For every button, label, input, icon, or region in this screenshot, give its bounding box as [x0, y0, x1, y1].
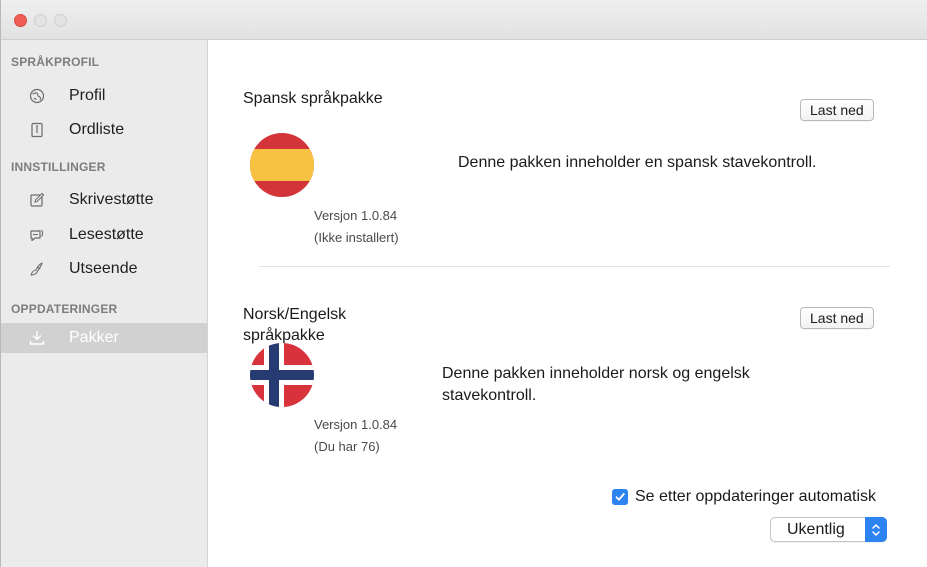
install-status-label: (Du har 76)	[314, 439, 380, 454]
chevron-updown-icon	[865, 517, 887, 542]
download-icon	[28, 329, 46, 347]
title-bar	[0, 0, 927, 40]
sidebar-item-pakker[interactable]: Pakker	[1, 323, 207, 353]
package-description-line1: Denne pakken inneholder norsk og engelsk	[442, 365, 750, 382]
speech-bubble-icon	[28, 226, 46, 244]
sidebar-item-utseende[interactable]: Utseende	[1, 254, 207, 284]
auto-update-label: Se etter oppdateringer automatisk	[635, 488, 877, 505]
sidebar-item-ordliste[interactable]: Ordliste	[1, 115, 207, 145]
sidebar-item-label: Skrivestøtte	[69, 191, 154, 208]
app-window: SPRÅKPROFIL Profil Ordliste INNSTILLINGE…	[0, 0, 927, 567]
update-frequency-value: Ukentlig	[787, 521, 845, 538]
zoom-window-button[interactable]	[54, 14, 67, 27]
sidebar-item-label: Lesestøtte	[69, 226, 144, 243]
download-spanish-button[interactable]: Last ned	[800, 99, 874, 121]
version-label: Versjon 1.0.84	[314, 208, 398, 223]
norway-flag-icon	[250, 343, 314, 407]
minimize-window-button[interactable]	[34, 14, 47, 27]
package-title-norwegian-line1: Norsk/Engelsk	[243, 306, 347, 323]
version-label: Versjon 1.0.84	[314, 417, 398, 432]
package-description: Denne pakken inneholder en spansk stavek…	[458, 154, 817, 171]
sidebar-item-label: Pakker	[69, 329, 119, 346]
sidebar-item-skrivestotte[interactable]: Skrivestøtte	[1, 185, 207, 215]
package-description-line2: stavekontroll.	[442, 387, 537, 404]
brush-icon	[28, 260, 46, 278]
checkmark-icon	[615, 493, 625, 501]
sidebar: SPRÅKPROFIL Profil Ordliste INNSTILLINGE…	[0, 40, 208, 567]
package-title-spanish: Spansk språkpakke	[243, 90, 383, 107]
close-window-button[interactable]	[14, 14, 27, 27]
package-divider	[259, 266, 890, 267]
sidebar-item-label: Ordliste	[69, 121, 125, 138]
pencil-icon	[28, 191, 46, 209]
sidebar-item-label: Profil	[69, 87, 106, 104]
auto-update-row: Se etter oppdateringer automatisk	[612, 486, 876, 508]
globe-icon	[28, 87, 46, 105]
packages-panel: Spansk språkpakke Last ned Versjon 1.0.8…	[208, 40, 927, 567]
download-norwegian-button[interactable]: Last ned	[800, 307, 874, 329]
sidebar-item-lesestotte[interactable]: Lesestøtte	[1, 220, 207, 250]
update-frequency-select[interactable]: Ukentlig	[770, 517, 887, 542]
sidebar-header-sprakprofil: SPRÅKPROFIL	[11, 55, 100, 69]
sidebar-item-profil[interactable]: Profil	[1, 81, 207, 111]
auto-update-checkbox[interactable]	[612, 489, 628, 505]
install-status-label: (Ikke installert)	[314, 230, 399, 245]
spain-flag-icon	[250, 133, 314, 197]
sidebar-header-innstillinger: INNSTILLINGER	[11, 160, 106, 174]
sidebar-item-label: Utseende	[69, 260, 138, 277]
book-icon	[28, 121, 46, 139]
sidebar-header-oppdateringer: OPPDATERINGER	[11, 302, 118, 316]
